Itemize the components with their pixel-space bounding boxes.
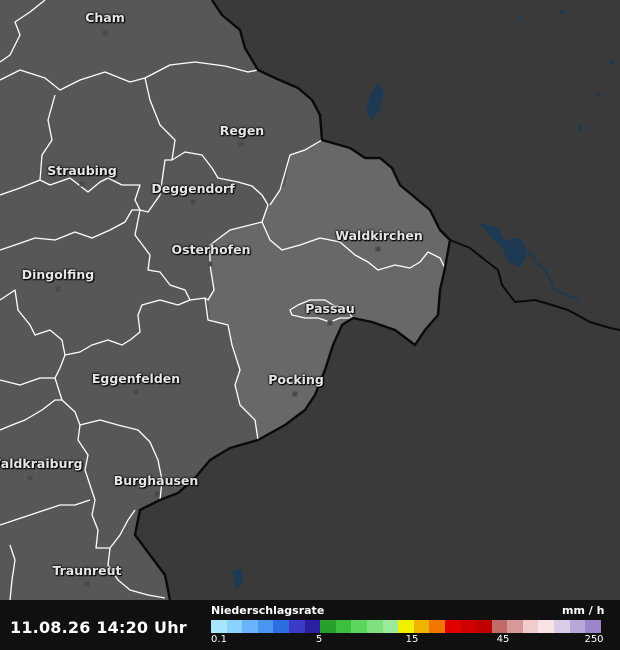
city-label-pocking: Pocking <box>268 372 324 387</box>
city-marker <box>79 181 85 187</box>
city-marker <box>133 389 139 395</box>
pond-dot <box>560 10 564 14</box>
city-label-osterhofen: Osterhofen <box>171 242 251 257</box>
legend-swatch <box>351 620 367 633</box>
pond-dot <box>578 126 582 130</box>
precipitation-color-scale <box>211 620 601 633</box>
city-marker <box>190 199 196 205</box>
city-label-waldkraiburg: Waldkraiburg <box>0 456 83 471</box>
city-label-waldkirchen: Waldkirchen <box>335 228 423 243</box>
legend-swatch <box>288 620 305 633</box>
legend-tick: 45 <box>496 634 510 645</box>
city-marker <box>207 261 213 267</box>
city-label-passau: Passau <box>305 301 355 316</box>
legend-swatch <box>507 620 523 633</box>
legend-swatch <box>522 620 539 633</box>
weather-map[interactable]: Cham Regen Straubing Deggendorf Osterhof… <box>0 0 620 650</box>
legend-swatch <box>444 620 461 633</box>
legend-swatch <box>398 620 414 633</box>
pond-dot <box>518 16 522 20</box>
city-label-regen: Regen <box>219 123 265 138</box>
legend-bar: 11.08.26 14:20 Uhr Niederschlagsrate mm … <box>0 600 620 650</box>
legend-swatch <box>538 620 555 633</box>
city-label-traunreut: Traunreut <box>52 563 122 578</box>
legend-tick: 15 <box>405 634 419 645</box>
legend-swatch <box>366 620 383 633</box>
legend-unit: mm / h <box>562 604 605 617</box>
legend-swatch <box>320 620 336 633</box>
legend-swatch <box>460 620 477 633</box>
city-marker <box>84 581 90 587</box>
map-canvas <box>0 0 620 650</box>
city-marker <box>327 320 333 326</box>
legend-swatch <box>491 620 508 633</box>
city-marker <box>154 491 160 497</box>
legend-swatch <box>335 620 352 633</box>
legend-swatch <box>257 620 274 633</box>
legend-swatch <box>211 620 227 633</box>
legend-swatch <box>429 620 445 633</box>
city-marker <box>55 286 61 292</box>
legend-swatch <box>304 620 321 633</box>
legend-swatch <box>585 620 601 633</box>
pond-dot <box>596 93 600 97</box>
legend-swatch <box>569 620 586 633</box>
city-marker <box>27 475 33 481</box>
timestamp-label: 11.08.26 14:20 Uhr <box>10 618 187 637</box>
city-label-eggenfelden: Eggenfelden <box>91 371 181 386</box>
legend-swatch <box>273 620 289 633</box>
legend-title: Niederschlagsrate <box>211 604 325 617</box>
legend-swatch <box>476 620 492 633</box>
legend-swatch <box>382 620 399 633</box>
city-marker <box>238 141 244 147</box>
legend-swatch <box>226 620 243 633</box>
legend-swatch <box>413 620 430 633</box>
city-marker <box>375 246 381 252</box>
legend-swatch <box>554 620 570 633</box>
city-marker <box>292 391 298 397</box>
city-label-straubing: Straubing <box>47 163 117 178</box>
city-label-cham: Cham <box>85 10 125 25</box>
pond-dot <box>610 60 614 64</box>
city-marker <box>102 30 108 36</box>
city-label-burghausen: Burghausen <box>113 473 199 488</box>
legend-tick: 5 <box>315 634 323 645</box>
city-label-deggendorf: Deggendorf <box>151 181 235 196</box>
legend-swatch <box>242 620 258 633</box>
legend-tick: 250 <box>584 634 604 645</box>
city-label-dingolfing: Dingolfing <box>21 267 95 282</box>
legend-tick: 0.1 <box>211 634 227 645</box>
